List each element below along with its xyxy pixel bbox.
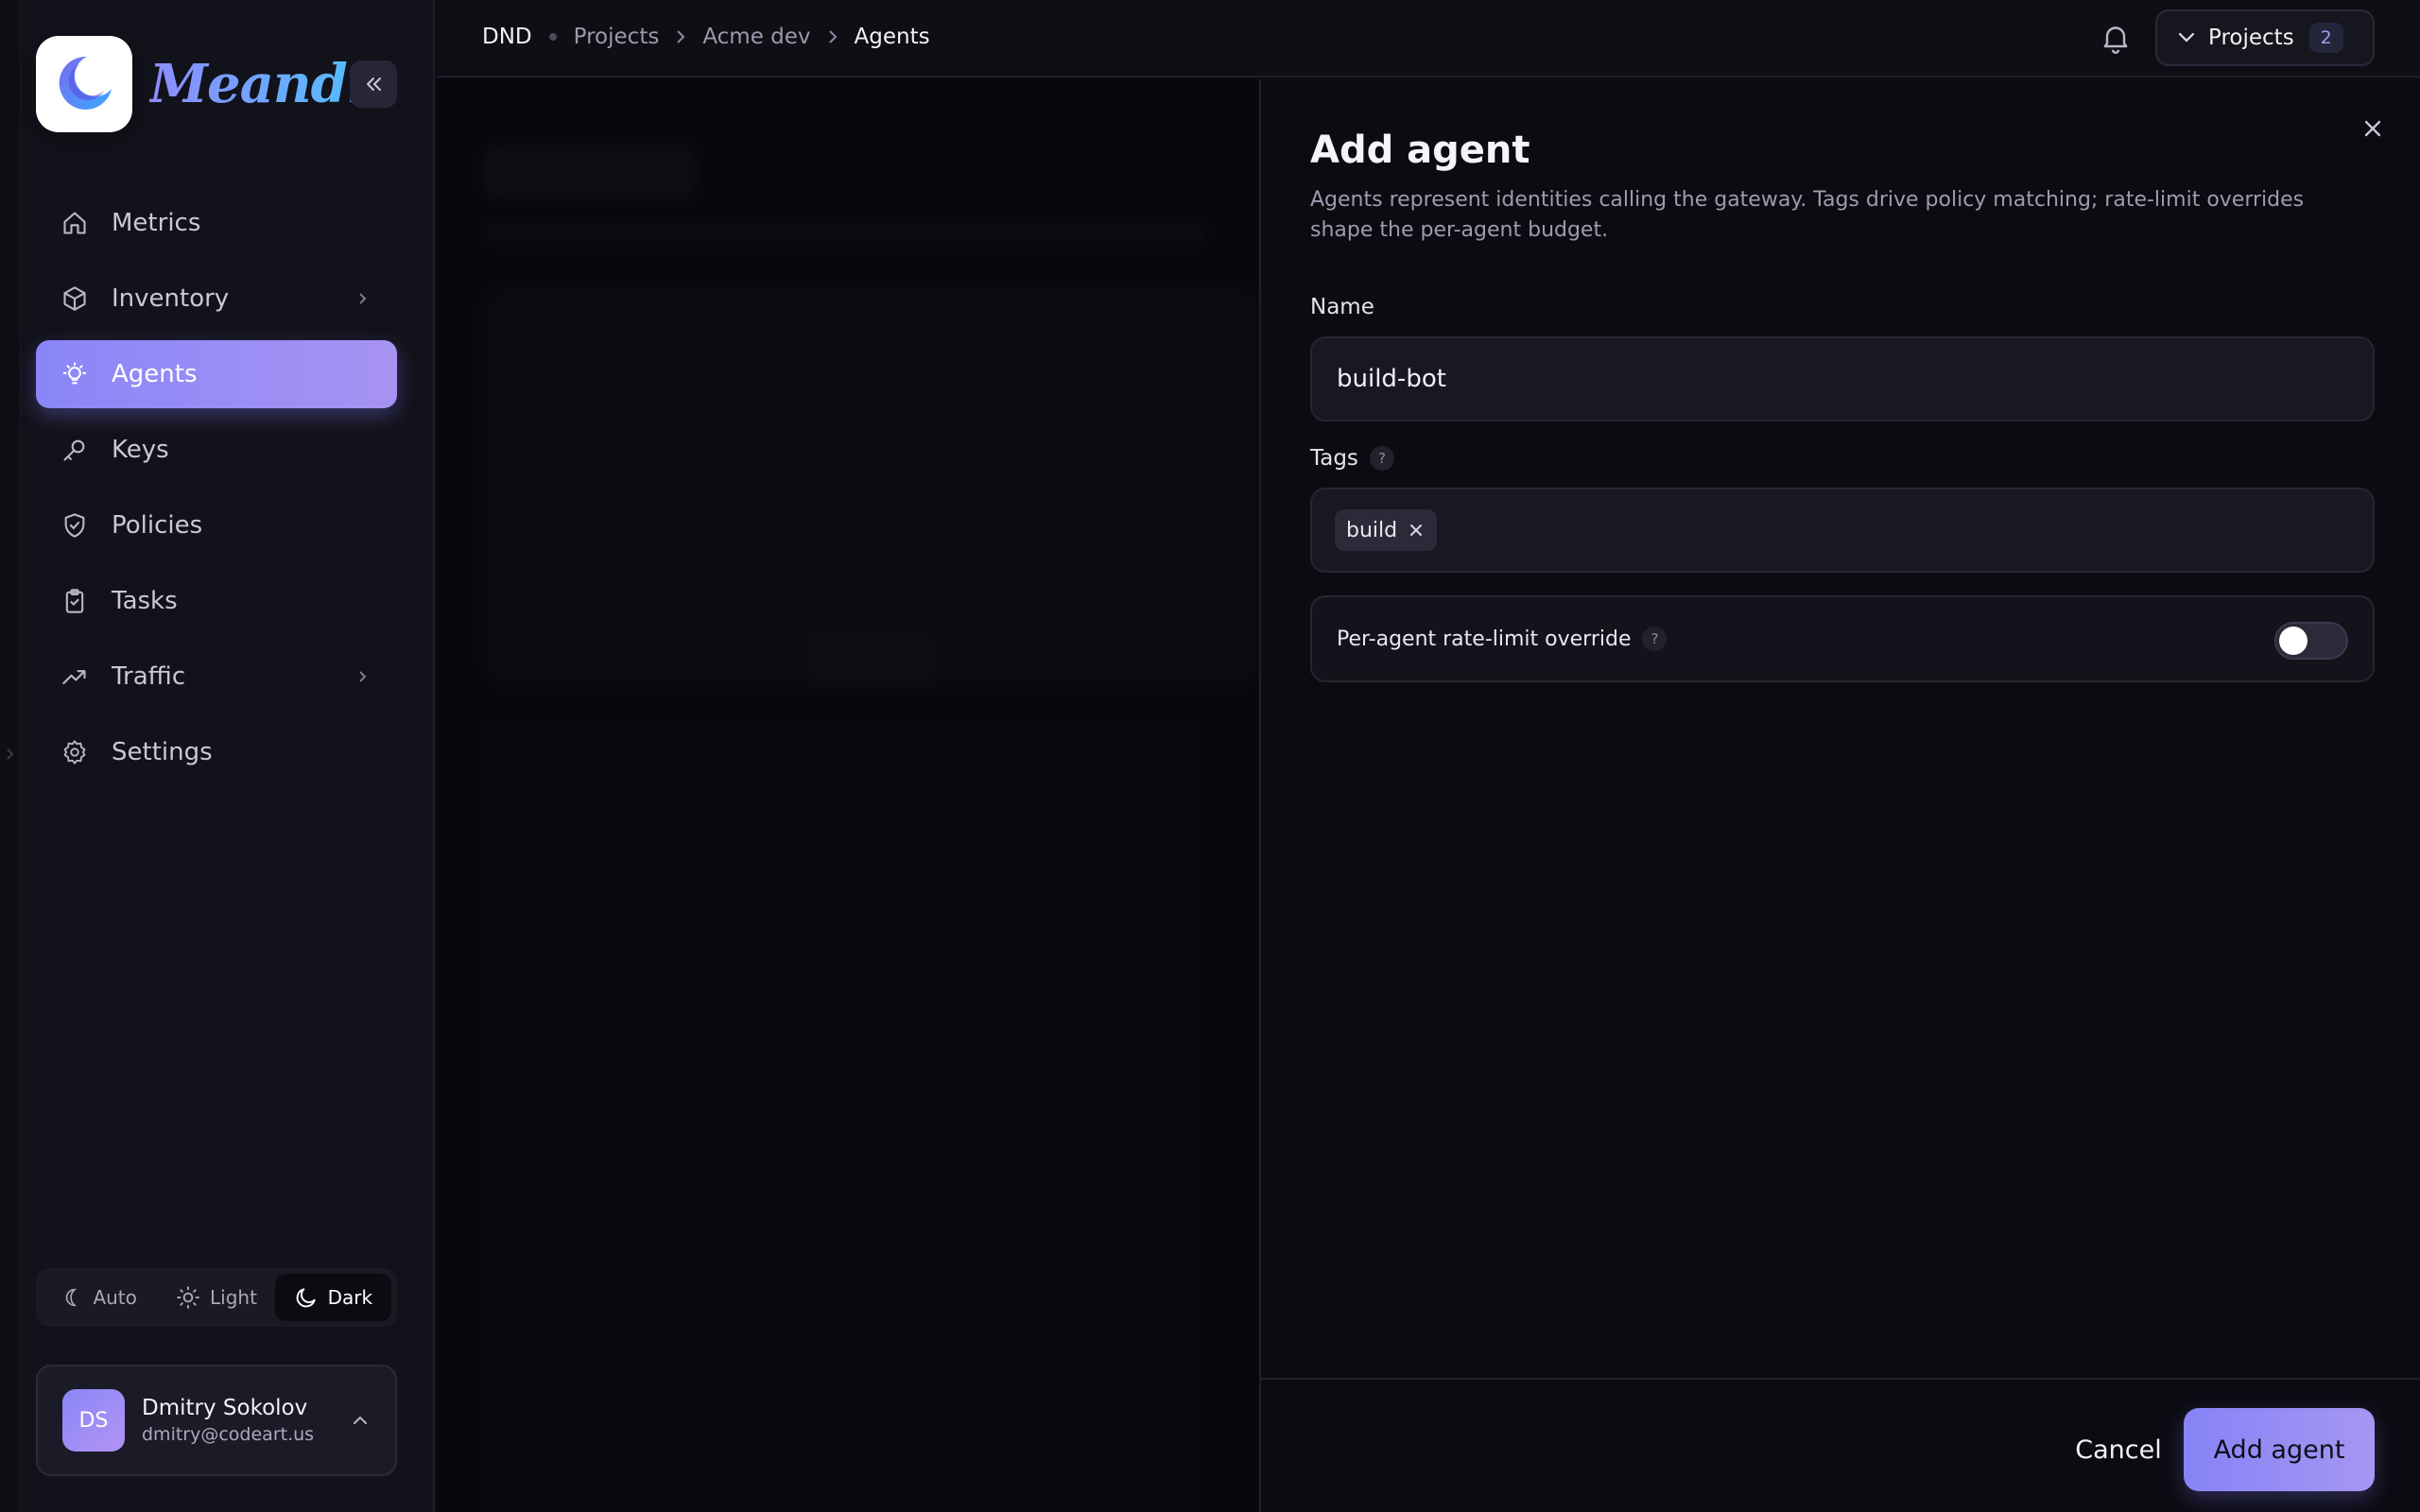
theme-option-label: Light (210, 1286, 257, 1309)
theme-option-label: Dark (327, 1286, 373, 1309)
sidebar-item-tasks[interactable]: Tasks (36, 567, 397, 635)
theme-switcher: Auto Light Dark (36, 1268, 397, 1327)
breadcrumb-project[interactable]: Acme dev (702, 25, 810, 49)
rate-limit-override-label: Per-agent rate-limit override (1337, 627, 1632, 651)
key-icon (60, 436, 89, 464)
notifications-button[interactable] (2099, 21, 2133, 55)
tags-input[interactable]: build (1310, 488, 2375, 573)
remove-tag-icon[interactable] (1409, 523, 1424, 538)
tags-help-icon[interactable]: ? (1369, 446, 1394, 471)
sidebar-item-label: Keys (112, 436, 169, 464)
rate-limit-help-icon[interactable]: ? (1642, 627, 1668, 651)
drawer-description: Agents represent identities calling the … (1310, 188, 2305, 242)
chevron-right-icon (359, 671, 367, 682)
name-label-text: Name (1310, 295, 1374, 319)
add-agent-button[interactable]: Add agent (2184, 1408, 2375, 1491)
shield-check-icon (60, 511, 89, 540)
name-label: Name (1310, 295, 1374, 319)
chevron-right-icon (828, 30, 837, 43)
home-icon (60, 209, 89, 237)
sidebar-item-label: Metrics (112, 209, 201, 237)
double-chevron-left-icon (367, 77, 381, 91)
sidebar-item-metrics[interactable]: Metrics (36, 189, 397, 257)
sidebar-item-traffic[interactable]: Traffic (36, 643, 397, 711)
chevron-right-icon (7, 748, 14, 760)
breadcrumb: DND Projects Acme dev Agents (482, 25, 930, 49)
moon-icon (296, 1288, 316, 1308)
clipboard-check-icon (60, 587, 89, 615)
app-wordmark: Meandr (149, 53, 374, 115)
gear-icon (60, 738, 89, 766)
user-meta: Dmitry Sokolov dmitry@codeart.us (142, 1396, 314, 1445)
sidebar: Meandr Metrics Inventory Agents Keys Pol… (0, 0, 435, 1512)
theme-option-auto[interactable]: Auto (42, 1274, 158, 1321)
theme-option-label: Auto (93, 1286, 137, 1309)
chevron-right-icon (677, 30, 685, 43)
sidebar-item-settings[interactable]: Settings (36, 718, 397, 786)
modal-scrim[interactable] (437, 79, 1259, 1512)
tag-chip-label: build (1346, 518, 1398, 542)
name-input[interactable]: build-bot (1310, 336, 2375, 421)
collapse-sidebar-button[interactable] (350, 60, 397, 108)
sidebar-item-label: Agents (112, 360, 198, 388)
sidebar-item-inventory[interactable]: Inventory (36, 265, 397, 333)
rate-limit-override-row: Per-agent rate-limit override ? (1310, 595, 2375, 682)
name-input-value: build-bot (1337, 365, 1446, 393)
drawer-title: Add agent (1310, 129, 1530, 172)
trending-up-icon (60, 662, 89, 691)
sidebar-item-label: Traffic (112, 662, 186, 691)
drawer-footer: Cancel Add agent (1261, 1378, 2420, 1512)
add-agent-drawer: Add agent Agents represent identities ca… (1259, 79, 2420, 1512)
box-icon (60, 284, 89, 313)
tags-label-text: Tags (1310, 446, 1358, 471)
sidebar-item-keys[interactable]: Keys (36, 416, 397, 484)
tags-label: Tags ? (1310, 446, 1394, 471)
projects-label: Projects (2208, 26, 2294, 50)
rate-limit-override-toggle[interactable] (2274, 622, 2348, 660)
topbar: DND Projects Acme dev Agents Projects 2 (437, 0, 2420, 77)
toggle-knob (2279, 627, 2308, 655)
user-menu[interactable]: DS Dmitry Sokolov dmitry@codeart.us (36, 1365, 397, 1476)
sidebar-nav: Metrics Inventory Agents Keys Policies T… (36, 189, 397, 794)
breadcrumb-projects[interactable]: Projects (574, 25, 660, 49)
chevron-down-icon (2178, 32, 2195, 43)
breadcrumb-dot (548, 33, 557, 41)
user-name: Dmitry Sokolov (142, 1396, 308, 1420)
crescent-moon-icon (59, 56, 112, 110)
breadcrumb-current: Agents (854, 25, 930, 49)
projects-dropdown[interactable]: Projects 2 (2155, 9, 2375, 66)
lightbulb-icon (60, 360, 89, 388)
sidebar-item-agents[interactable]: Agents (36, 340, 397, 408)
theme-option-light[interactable]: Light (158, 1274, 274, 1321)
theme-option-dark[interactable]: Dark (274, 1274, 391, 1321)
sidebar-edge-strip[interactable] (0, 0, 21, 1512)
chevron-up-icon (354, 1416, 367, 1424)
bell-icon (2103, 26, 2128, 54)
sun-icon (177, 1286, 199, 1309)
cancel-button[interactable]: Cancel (2038, 1408, 2199, 1491)
sidebar-item-label: Policies (112, 511, 203, 540)
chevron-right-icon (359, 293, 367, 304)
half-moon-icon (66, 1288, 78, 1307)
close-icon[interactable] (2360, 115, 2386, 142)
sidebar-item-policies[interactable]: Policies (36, 491, 397, 559)
user-email: dmitry@codeart.us (142, 1424, 315, 1445)
breadcrumb-workspace[interactable]: DND (482, 25, 532, 49)
sidebar-item-label: Settings (112, 738, 213, 766)
projects-count-badge: 2 (2308, 23, 2343, 53)
sidebar-item-label: Inventory (112, 284, 230, 313)
sidebar-item-label: Tasks (112, 587, 178, 615)
tag-chip: build (1335, 509, 1438, 551)
avatar: DS (62, 1389, 125, 1452)
app-logo (36, 36, 132, 132)
brand[interactable]: Meandr (36, 36, 374, 132)
